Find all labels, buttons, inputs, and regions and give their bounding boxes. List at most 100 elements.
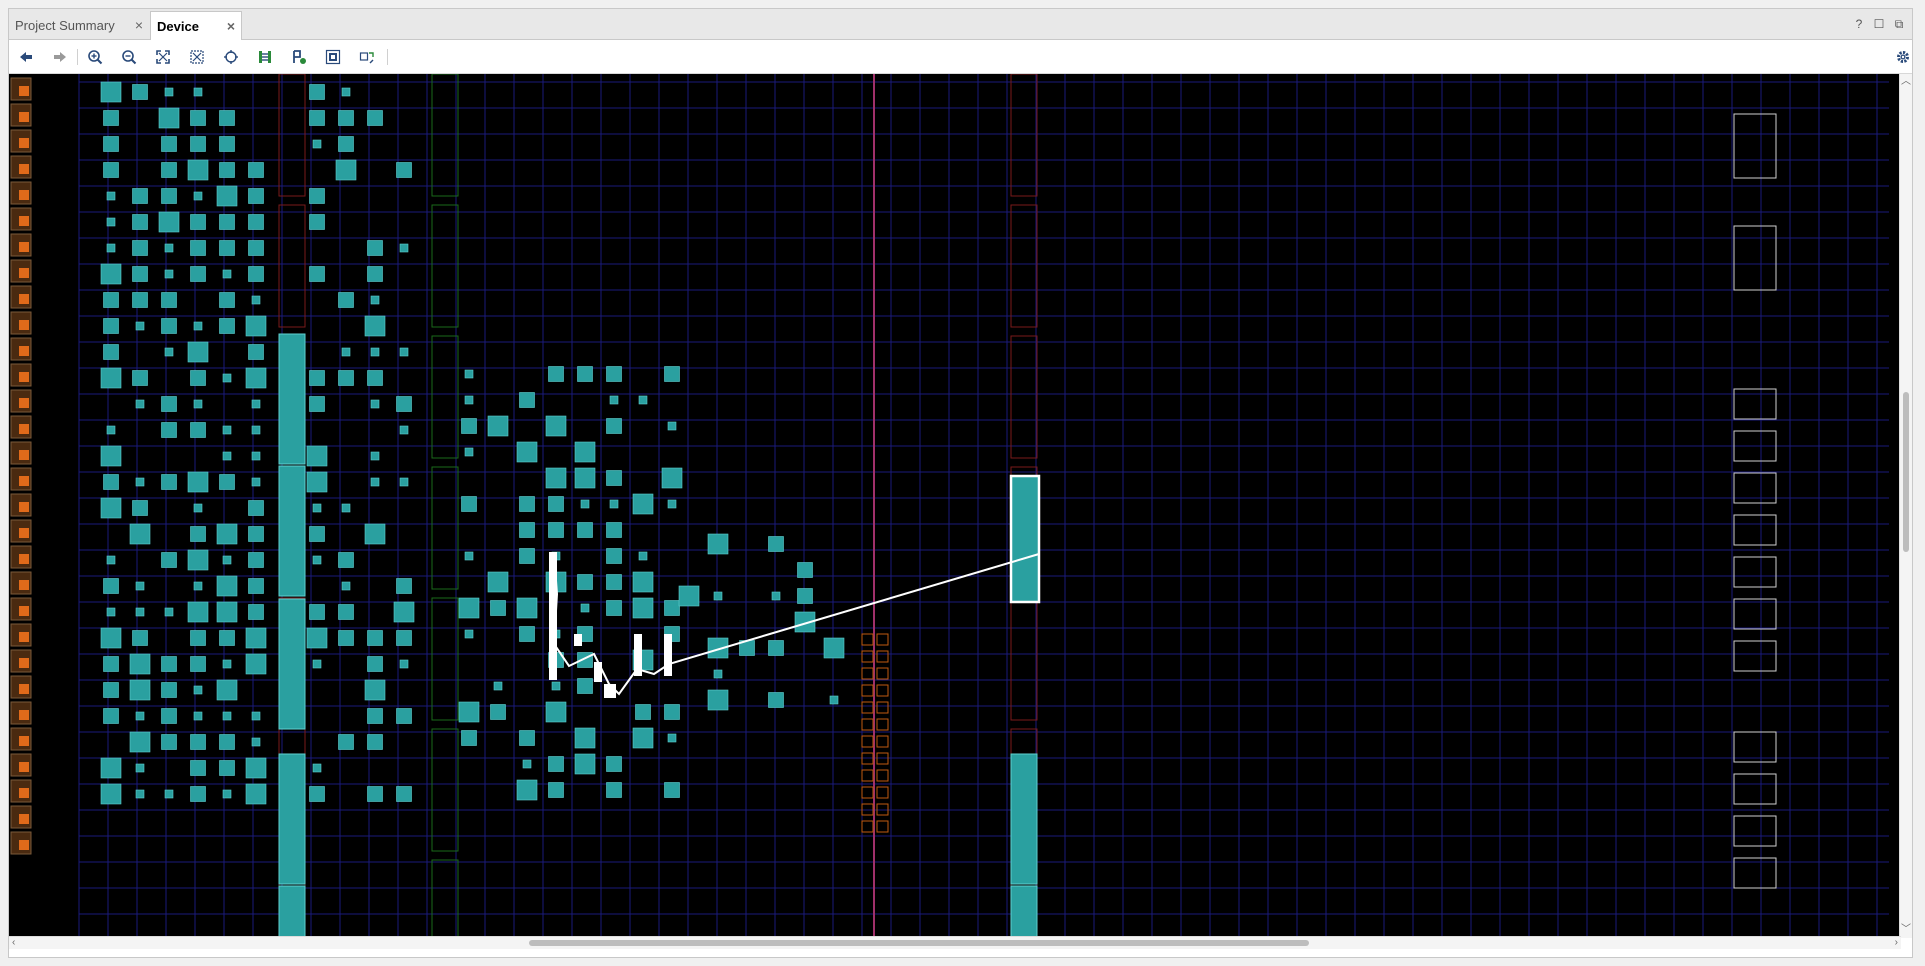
tab-project-summary[interactable]: Project Summary ×	[9, 11, 149, 40]
zoom-out-button[interactable]	[118, 47, 140, 67]
zoom-in-button[interactable]	[84, 47, 106, 67]
logic-cell	[367, 240, 383, 256]
help-icon[interactable]: ?	[1852, 17, 1866, 31]
zoom-selection-button[interactable]	[186, 47, 208, 67]
logic-cell	[464, 551, 474, 561]
logic-cell	[399, 425, 409, 435]
io-block	[876, 667, 889, 680]
zoom-in-icon	[88, 50, 103, 65]
scroll-down-icon[interactable]: ﹀	[1901, 924, 1911, 936]
io-pad-core	[19, 528, 29, 538]
logic-cell	[664, 366, 680, 382]
io-pad-core	[19, 294, 29, 304]
logic-cell	[519, 392, 535, 408]
io-pad-core	[19, 606, 29, 616]
io-pad-core	[19, 190, 29, 200]
logic-cell	[338, 292, 354, 308]
logic-cell	[396, 708, 412, 724]
logic-cell	[219, 760, 235, 776]
logic-cell	[606, 548, 622, 564]
io-pad-core	[19, 242, 29, 252]
logic-cell	[370, 347, 380, 357]
clock-site	[1733, 556, 1777, 588]
logic-cell	[312, 763, 322, 773]
horizontal-scrollbar[interactable]: ‹ ›	[9, 936, 1901, 949]
logic-cell	[370, 295, 380, 305]
logic-cell	[251, 399, 261, 409]
logic-cell	[309, 396, 325, 412]
logic-cell	[161, 396, 177, 412]
forward-button[interactable]	[49, 47, 71, 67]
io-block	[876, 701, 889, 714]
rotate-icon	[359, 52, 374, 64]
close-icon[interactable]: ×	[135, 11, 143, 40]
io-pad-core	[19, 424, 29, 434]
cell-view-button[interactable]	[322, 47, 344, 67]
logic-cell	[768, 536, 784, 552]
logic-cell	[132, 500, 148, 516]
float-icon[interactable]: ⧉	[1892, 17, 1906, 31]
place-button[interactable]	[288, 47, 310, 67]
tab-device[interactable]: Device ×	[150, 11, 242, 40]
scroll-up-icon[interactable]: ︿	[1901, 76, 1911, 88]
logic-cell	[135, 581, 145, 591]
close-icon[interactable]: ×	[227, 12, 235, 41]
bram-cell	[1010, 885, 1038, 938]
logic-cell	[667, 733, 677, 743]
logic-cell	[399, 477, 409, 487]
logic-cell	[574, 727, 596, 749]
device-canvas[interactable]	[9, 74, 1901, 938]
logic-cell	[106, 217, 116, 227]
logic-cell	[664, 782, 680, 798]
tab-bar: Project Summary × Device × ? ☐ ⧉	[9, 9, 1912, 40]
clock-site	[1733, 113, 1777, 179]
zoom-fit-button[interactable]	[152, 47, 174, 67]
io-block	[861, 633, 874, 646]
logic-cell	[338, 110, 354, 126]
logic-cell	[606, 418, 622, 434]
vertical-scroll-thumb[interactable]	[1903, 392, 1909, 552]
logic-cell	[632, 727, 654, 749]
io-pad-core	[19, 840, 29, 850]
logic-cell	[396, 162, 412, 178]
logic-cell	[713, 669, 723, 679]
rotate-button[interactable]	[356, 47, 378, 67]
vertical-scrollbar[interactable]: ︿ ﹀	[1899, 74, 1912, 938]
logic-cell	[823, 637, 845, 659]
logic-cell	[100, 81, 122, 103]
io-pad-core	[19, 762, 29, 772]
logic-cell	[797, 562, 813, 578]
scroll-right-icon[interactable]: ›	[1895, 937, 1898, 949]
route-button[interactable]	[254, 47, 276, 67]
logic-cell	[399, 243, 409, 253]
logic-cell	[545, 467, 567, 489]
tab-label: Project Summary	[15, 18, 115, 33]
logic-cell	[519, 730, 535, 746]
logic-cell	[190, 760, 206, 776]
logic-cell	[309, 786, 325, 802]
settings-button[interactable]	[1892, 47, 1914, 67]
scroll-left-icon[interactable]: ‹	[12, 937, 15, 949]
device-view[interactable]	[9, 74, 1901, 938]
logic-cell	[219, 292, 235, 308]
logic-cell	[338, 552, 354, 568]
maximize-icon[interactable]: ☐	[1872, 17, 1886, 31]
dsp-site	[431, 335, 459, 459]
crosshair-button[interactable]	[220, 47, 242, 67]
logic-cell	[707, 533, 729, 555]
back-button[interactable]	[15, 47, 37, 67]
logic-cell	[548, 366, 564, 382]
logic-cell	[190, 526, 206, 542]
logic-cell	[248, 578, 264, 594]
logic-cell	[100, 757, 122, 779]
logic-cell	[309, 110, 325, 126]
logic-cell	[103, 292, 119, 308]
logic-cell	[222, 711, 232, 721]
horizontal-scroll-thumb[interactable]	[529, 940, 1309, 946]
logic-cell	[161, 656, 177, 672]
logic-cell	[338, 370, 354, 386]
logic-cell	[667, 499, 677, 509]
io-block	[876, 684, 889, 697]
logic-cell	[464, 369, 474, 379]
logic-cell	[309, 266, 325, 282]
